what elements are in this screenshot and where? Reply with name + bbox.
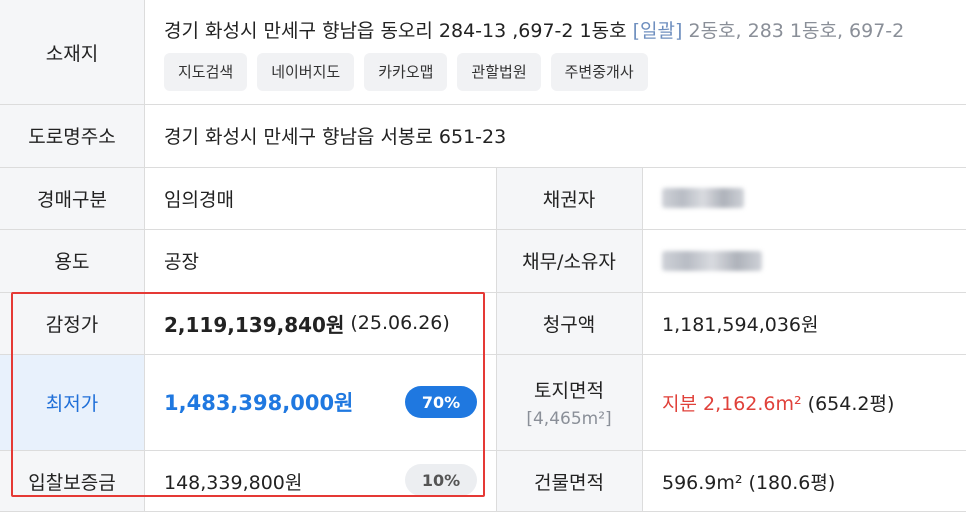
kakao-map-chip[interactable]: 카카오맵 — [364, 52, 448, 91]
location-address: 경기 화성시 만세구 향남읍 동오리 284-13 ,697-2 1동호 [일괄… — [164, 16, 904, 43]
address-main: 경기 화성시 만세구 향남읍 동오리 284-13 ,697-2 1동호 — [164, 19, 627, 42]
auction-type-value: 임의경매 — [164, 188, 234, 211]
creditor-redacted — [662, 188, 744, 208]
creditor-label: 채권자 — [496, 167, 642, 229]
land-area-value: 지분 2,162.6m² (654.2평) — [642, 354, 966, 450]
building-area-label: 건물면적 — [496, 450, 642, 512]
auction-detail-table: 소재지 경기 화성시 만세구 향남읍 동오리 284-13 ,697-2 1동호… — [0, 0, 966, 512]
claim-amount-value: 1,181,594,036원 — [662, 313, 819, 336]
column-divider — [496, 167, 497, 512]
building-area-value: 596.9m² (180.6평) — [662, 471, 836, 494]
creditor-value — [642, 167, 966, 229]
land-area-total: [4,465m²] — [526, 408, 612, 429]
debtor-owner-redacted — [662, 250, 762, 271]
usage-label: 용도 — [0, 229, 144, 292]
location-label: 소재지 — [0, 0, 144, 104]
land-area-pyeong: (654.2평) — [807, 392, 895, 415]
nearby-agent-chip[interactable]: 주변중개사 — [550, 52, 648, 91]
road-address-value: 경기 화성시 만세구 향남읍 서봉로 651-23 — [164, 126, 507, 148]
address-bundle-tag: [일괄] — [632, 19, 683, 42]
map-search-chip[interactable]: 지도검색 — [164, 52, 248, 91]
location-chips: 지도검색 네이버지도 카카오맵 관할법원 주변중개사 — [164, 52, 658, 91]
naver-map-chip[interactable]: 네이버지도 — [257, 52, 355, 91]
usage-value: 공장 — [164, 251, 199, 273]
price-highlight-box — [11, 292, 485, 497]
address-rest: 2동호, 283 1동호, 697-2 — [688, 19, 905, 42]
column-divider — [642, 167, 643, 512]
claim-amount-label: 청구액 — [496, 292, 642, 354]
road-address-label: 도로명주소 — [0, 104, 144, 167]
debtor-owner-label: 채무/소유자 — [496, 229, 642, 292]
auction-type-label: 경매구분 — [0, 167, 144, 229]
debtor-owner-value — [642, 229, 966, 292]
land-area-share: 지분 2,162.6m² — [662, 392, 802, 415]
location-value: 경기 화성시 만세구 향남읍 동오리 284-13 ,697-2 1동호 [일괄… — [144, 0, 966, 104]
land-area-label: 토지면적 [4,465m²] — [496, 354, 642, 450]
land-area-label-text: 토지면적 — [534, 379, 604, 402]
court-chip[interactable]: 관할법원 — [457, 52, 541, 91]
